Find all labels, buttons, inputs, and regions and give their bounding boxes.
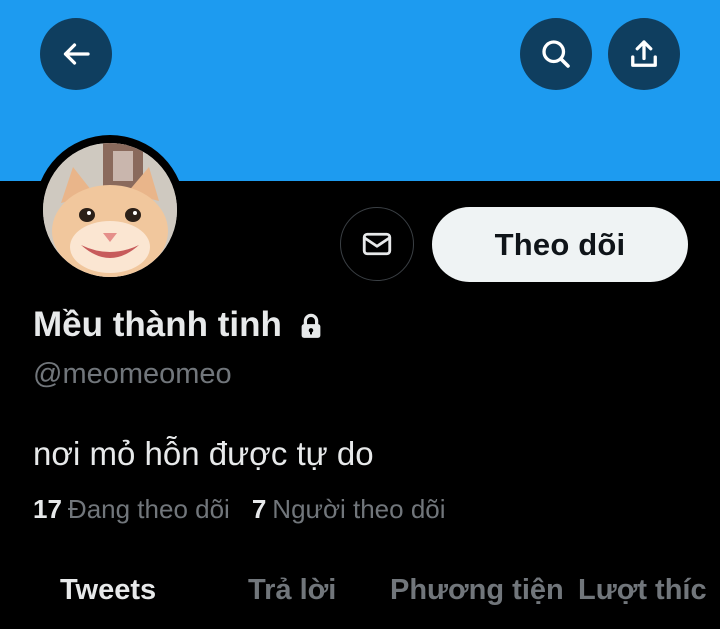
followers-label: Người theo dõi [272,494,446,524]
user-handle: @meomeomeo [33,358,232,390]
lock-icon [301,313,321,338]
message-button[interactable] [340,207,414,281]
tab-media[interactable]: Phương tiện [390,574,564,607]
tab-tweets[interactable]: Tweets [60,574,156,607]
search-button[interactable] [520,18,592,90]
share-upload-icon [631,40,657,67]
display-name: Mều thành tinh [33,305,282,344]
follow-button[interactable]: Theo dõi [432,207,688,282]
cat-avatar-image [43,143,177,277]
arrow-left-icon [63,43,90,65]
avatar[interactable] [35,135,185,285]
follow-stats: 17 Đang theo dõi 7 Người theo dõi [33,494,468,525]
share-button[interactable] [608,18,680,90]
profile-bio: nơi mỏ hỗn được tự do [33,435,374,472]
tab-replies[interactable]: Trả lời [248,574,336,607]
followers-count: 7 [251,494,267,524]
back-button[interactable] [40,18,112,90]
followers-link[interactable]: 7 Người theo dõi [252,494,446,525]
envelope-icon [362,232,392,256]
search-icon [542,40,570,68]
following-link[interactable]: 17 Đang theo dõi [33,494,230,525]
following-label: Đang theo dõi [67,494,230,524]
display-name-row: Mều thành tinh [33,305,326,345]
tab-likes[interactable]: Lượt thíc [578,574,707,607]
following-count: 17 [33,494,62,524]
